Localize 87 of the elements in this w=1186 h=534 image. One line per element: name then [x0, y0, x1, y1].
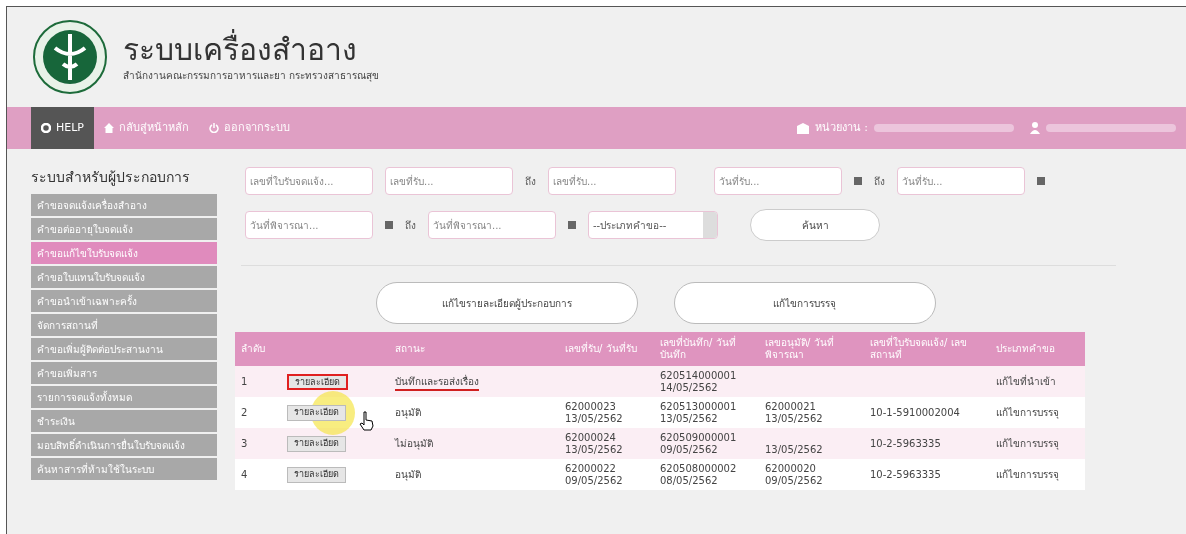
input-field[interactable]: วันที่รับ... [714, 167, 842, 195]
power-icon [209, 123, 219, 133]
table-cell-text: 13/05/2562 [565, 443, 624, 456]
column-header: เลขที่รับ/ วันที่รับ [565, 343, 637, 354]
column-header: ประเภทคำขอ [996, 343, 1055, 354]
status-text: ไม่อนุมัติ [395, 438, 433, 449]
input-field[interactable]: วันที่พิจารณา... [245, 211, 373, 239]
table-cell-text: 13/05/2562 [660, 412, 719, 425]
search-button[interactable]: ค้นหา [750, 209, 880, 241]
status-text: อนุมัติ [395, 407, 421, 418]
sidebar-item[interactable]: ชำระเงิน [31, 410, 217, 432]
table-cell: 3 [241, 437, 248, 449]
table-cell: 10-2-5963335 [870, 468, 941, 480]
table-cell: แก้ไขการบรรจุ [996, 437, 1059, 449]
table-cell-text: 62000020 [765, 462, 817, 475]
nav-link[interactable]: กลับสู่หน้าหลัก [94, 107, 199, 149]
details-button[interactable]: รายละเอียด [287, 435, 346, 452]
calendar-icon[interactable] [1037, 177, 1045, 185]
sidebar-item[interactable]: ค้นหาสารที่ห้ามใช้ในระบบ [31, 458, 217, 480]
range-label: ถึง [874, 174, 885, 189]
status-text: บันทึกและรอส่งเรื่อง [395, 376, 479, 391]
table-cell-text: 13/05/2562 [765, 443, 824, 456]
column-header: สถานะ [395, 343, 425, 354]
calendar-icon[interactable] [854, 177, 862, 185]
action-button[interactable]: แก้ไขรายละเอียดผู้ประกอบการ [375, 282, 638, 324]
table-cell-text: 620513000001 [660, 400, 738, 413]
table-cell-text: 62000023 [565, 400, 617, 413]
table-cell-text: 62000024 [565, 431, 617, 444]
column-header: เลขที่ใบรับจดแจ้ง/ เลขสถานที่ [870, 337, 967, 360]
sidebar-item[interactable]: คำขอนำเข้าเฉพาะครั้ง [31, 290, 217, 312]
home-icon [104, 123, 114, 133]
input-field[interactable]: เลขที่ใบรับจดแจ้ง... [245, 167, 373, 195]
table-cell-text: 62000022 [565, 462, 617, 475]
details-button[interactable]: รายละเอียด [287, 466, 346, 483]
sidebar-title: ระบบสำหรับผู้ประกอบการ [31, 168, 191, 188]
nav-link[interactable]: HELP [31, 107, 94, 149]
column-header: เลขที่บันทึก/ วันที่บันทึก [660, 337, 736, 360]
table-cell: แก้ไขการบรรจุ [996, 406, 1059, 418]
table-cell-text: 13/05/2562 [765, 412, 824, 425]
column-header: เลขอนุมัติ/ วันที่พิจารณา [765, 337, 834, 360]
table-cell: 10-1-5910002004 [870, 406, 960, 418]
sidebar-item[interactable]: คำขอใบแทนใบรับจดแจ้ง [31, 266, 217, 288]
sidebar-item[interactable]: จัดการสถานที่ [31, 314, 217, 336]
table-cell-text: 09/05/2562 [565, 474, 624, 487]
input-field[interactable]: เลขที่รับ... [548, 167, 676, 195]
sidebar-item[interactable]: คำขอเพิ่มผู้ติดต่อประสานงาน [31, 338, 217, 360]
sidebar-item[interactable]: คำขอต่ออายุใบจดแจ้ง [31, 218, 217, 240]
column-header: ลำดับ [241, 343, 265, 354]
table-cell: แก้ไขการบรรจุ [996, 468, 1059, 480]
sidebar-item[interactable]: มอบสิทธิ์ดำเนินการยื่นใบรับจดแจ้ง [31, 434, 217, 456]
nav-link[interactable]: ออกจากระบบ [199, 107, 300, 149]
table-cell-text: 09/05/2562 [765, 474, 824, 487]
table-cell: 2 [241, 406, 248, 418]
table-cell-text: 09/05/2562 [660, 443, 719, 456]
sidebar-item[interactable]: คำขอแก้ไขใบรับจดแจ้ง [31, 242, 217, 264]
sidebar-item[interactable]: คำขอจดแจ้งเครื่องสำอาง [31, 194, 217, 216]
site-title: ระบบเครื่องสำอาง [123, 30, 358, 69]
table-cell: 4 [241, 468, 248, 480]
table-cell-text: 620509000001 [660, 431, 738, 444]
table-cell-text: 14/05/2562 [660, 381, 719, 394]
input-field[interactable]: วันที่รับ... [897, 167, 1025, 195]
user-icon [1030, 122, 1040, 134]
sidebar-item[interactable]: คำขอเพิ่มสาร [31, 362, 217, 384]
type-dropdown[interactable]: --ประเภทคำขอ-- [588, 211, 718, 239]
calendar-icon[interactable] [568, 221, 576, 229]
input-field[interactable]: เลขที่รับ... [385, 167, 513, 195]
table-cell-text: 62000021 [765, 400, 817, 413]
sidebar-item[interactable]: รายการจดแจ้งทั้งหมด [31, 386, 217, 408]
table-cell-text: 13/05/2562 [565, 412, 624, 425]
table-cell: 1 [241, 375, 248, 387]
gear-icon [41, 123, 51, 133]
table-cell: แก้ไขที่นำเข้า [996, 375, 1056, 387]
table-cell: 10-2-5963335 [870, 437, 941, 449]
details-button[interactable]: รายละเอียด [287, 404, 346, 421]
details-button[interactable]: รายละเอียด [287, 373, 348, 390]
table-cell-text: 620514000001 [660, 369, 738, 382]
agency-label: หน่วยงาน : [814, 119, 868, 136]
table-cell-text: 08/05/2562 [660, 474, 719, 487]
calendar-icon[interactable] [385, 221, 393, 229]
status-text: อนุมัติ [395, 469, 421, 480]
action-button[interactable]: แก้ไขการบรรจุ [673, 282, 936, 324]
range-label: ถึง [525, 174, 536, 189]
table-cell-text: 620508000002 [660, 462, 738, 475]
building-icon [796, 122, 809, 134]
site-subtitle: สำนักงานคณะกรรมการอาหารและยา กระทรวงสาธารณสุข [123, 69, 380, 84]
range-label: ถึง [405, 218, 416, 233]
input-field[interactable]: วันที่พิจารณา... [428, 211, 556, 239]
